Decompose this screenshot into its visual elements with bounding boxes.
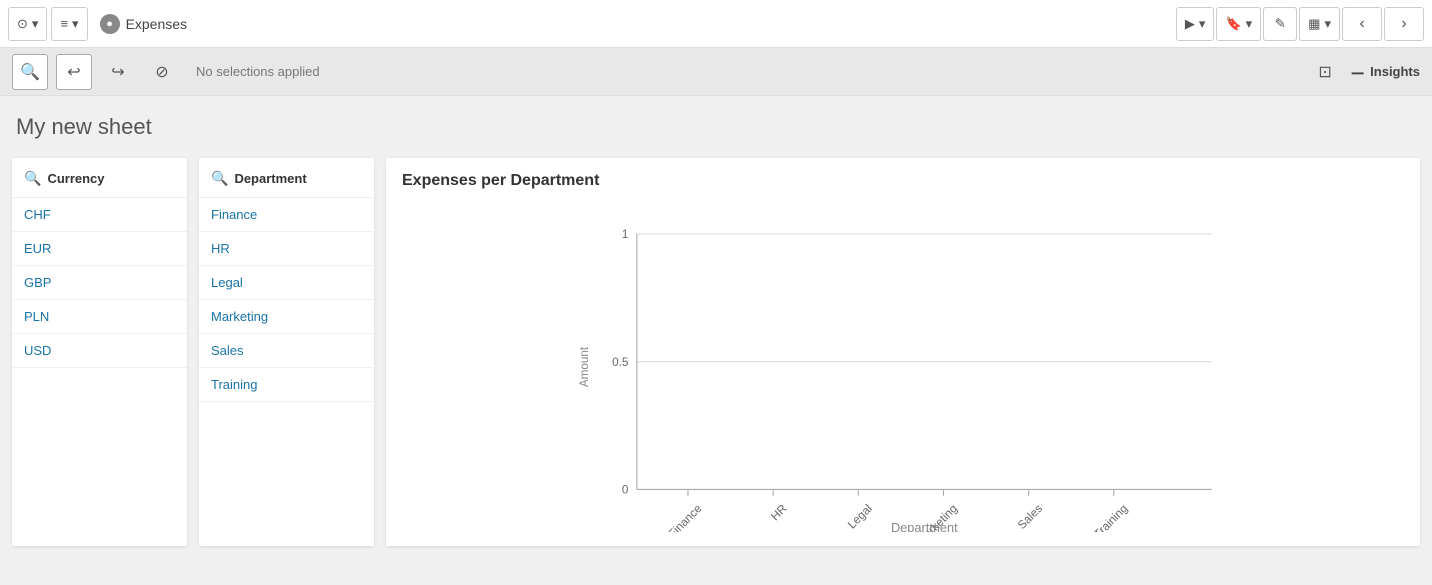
x-label-finance: Finance xyxy=(666,502,705,532)
x-label-hr: HR xyxy=(769,502,790,523)
list-icon: ≡ xyxy=(60,16,68,31)
y-axis-title: Amount xyxy=(578,346,591,387)
currency-filter-item-1[interactable]: EUR xyxy=(12,232,187,266)
toolbar-left: ⊙ ▾ ≡ ▾ ● Expenses xyxy=(8,7,1176,41)
nav-back-button[interactable]: ‹ xyxy=(1342,7,1382,41)
chart-title: Expenses per Department xyxy=(402,172,1404,190)
app-title: Expenses xyxy=(126,16,187,32)
forward-icon: ↪ xyxy=(111,62,124,82)
chart-container: 1 0.5 0 Amount Finance HR Legal Marketin… xyxy=(402,202,1404,532)
chart-type-button[interactable]: ▦ ▾ xyxy=(1299,7,1340,41)
x-label-training: Training xyxy=(1092,502,1131,532)
present-icon: ▶ xyxy=(1185,16,1195,32)
insights-label: Insights xyxy=(1370,64,1420,79)
chart-panel: Expenses per Department 1 0.5 0 Amount xyxy=(386,158,1420,546)
chart-svg: 1 0.5 0 Amount Finance HR Legal Marketin… xyxy=(402,202,1404,532)
department-filter-header: 🔍 Department xyxy=(199,158,374,198)
currency-filter-item-3[interactable]: PLN xyxy=(12,300,187,334)
x-axis-title: Department xyxy=(891,520,958,532)
chart-chevron: ▾ xyxy=(1324,16,1331,32)
insights-icon: 𝍠 xyxy=(1351,58,1364,85)
top-toolbar: ⊙ ▾ ≡ ▾ ● Expenses ▶ ▾ 🔖 ▾ ✎ ▦ ▾ ‹ xyxy=(0,0,1432,48)
smart-search-button[interactable]: ⊡ xyxy=(1307,54,1343,90)
no-selections-text: No selections applied xyxy=(196,64,1299,79)
chart-icon: ▦ xyxy=(1308,16,1320,32)
department-filter-title: Department xyxy=(234,171,306,186)
currency-filter-item-0[interactable]: CHF xyxy=(12,198,187,232)
department-filter-item-3[interactable]: Marketing xyxy=(199,300,374,334)
department-search-icon: 🔍 xyxy=(211,170,228,187)
department-filter-item-0[interactable]: Finance xyxy=(199,198,374,232)
search-icon: 🔍 xyxy=(20,62,40,82)
x-label-legal: Legal xyxy=(845,502,874,531)
present-chevron: ▾ xyxy=(1199,16,1206,32)
list-button[interactable]: ≡ ▾ xyxy=(51,7,87,41)
main-content: 🔍 Currency CHF EUR GBP PLN USD 🔍 Departm… xyxy=(0,150,1432,554)
department-filter-item-4[interactable]: Sales xyxy=(199,334,374,368)
currency-filter-item-4[interactable]: USD xyxy=(12,334,187,368)
sheet-title-area: My new sheet xyxy=(0,96,1432,150)
department-filter-item-5[interactable]: Training xyxy=(199,368,374,402)
clear-selection-button[interactable]: ⊘ xyxy=(144,54,180,90)
y-tick-05: 0.5 xyxy=(612,356,629,369)
back-selection-button[interactable]: ↩ xyxy=(56,54,92,90)
home-button[interactable]: ⊙ ▾ xyxy=(8,7,47,41)
pencil-icon: ✎ xyxy=(1275,16,1286,32)
department-filter-item-1[interactable]: HR xyxy=(199,232,374,266)
smart-search-icon: ⊡ xyxy=(1318,62,1331,82)
home-chevron: ▾ xyxy=(32,16,39,32)
currency-filter-item-2[interactable]: GBP xyxy=(12,266,187,300)
present-button[interactable]: ▶ ▾ xyxy=(1176,7,1215,41)
edit-button[interactable]: ✎ xyxy=(1263,7,1297,41)
insights-button[interactable]: 𝍠 Insights xyxy=(1351,58,1420,85)
y-tick-0: 0 xyxy=(622,484,629,497)
department-filter-panel: 🔍 Department Finance HR Legal Marketing … xyxy=(199,158,374,546)
bookmark-icon: 🔖 xyxy=(1225,16,1241,32)
chevron-right-icon: › xyxy=(1401,15,1406,33)
nav-forward-button[interactable]: › xyxy=(1384,7,1424,41)
app-icon: ● xyxy=(100,14,120,34)
toolbar-right: ▶ ▾ 🔖 ▾ ✎ ▦ ▾ ‹ › xyxy=(1176,7,1424,41)
sheet-title: My new sheet xyxy=(16,114,1416,140)
chevron-left-icon: ‹ xyxy=(1359,15,1364,33)
selection-bar: 🔍 ↩ ↪ ⊘ No selections applied ⊡ 𝍠 Insigh… xyxy=(0,48,1432,96)
home-icon: ⊙ xyxy=(17,16,28,32)
bookmark-button[interactable]: 🔖 ▾ xyxy=(1216,7,1261,41)
app-name-area: ● Expenses xyxy=(100,14,187,34)
currency-search-icon: 🔍 xyxy=(24,170,41,187)
clear-icon: ⊘ xyxy=(155,62,168,82)
forward-selection-button[interactable]: ↪ xyxy=(100,54,136,90)
list-chevron: ▾ xyxy=(72,16,79,32)
currency-filter-panel: 🔍 Currency CHF EUR GBP PLN USD xyxy=(12,158,187,546)
bookmark-chevron: ▾ xyxy=(1246,16,1253,32)
search-selection-button[interactable]: 🔍 xyxy=(12,54,48,90)
x-label-sales: Sales xyxy=(1015,502,1045,532)
currency-filter-title: Currency xyxy=(47,171,104,186)
y-tick-1: 1 xyxy=(622,228,629,241)
back-icon: ↩ xyxy=(67,62,80,82)
department-filter-item-2[interactable]: Legal xyxy=(199,266,374,300)
currency-filter-header: 🔍 Currency xyxy=(12,158,187,198)
